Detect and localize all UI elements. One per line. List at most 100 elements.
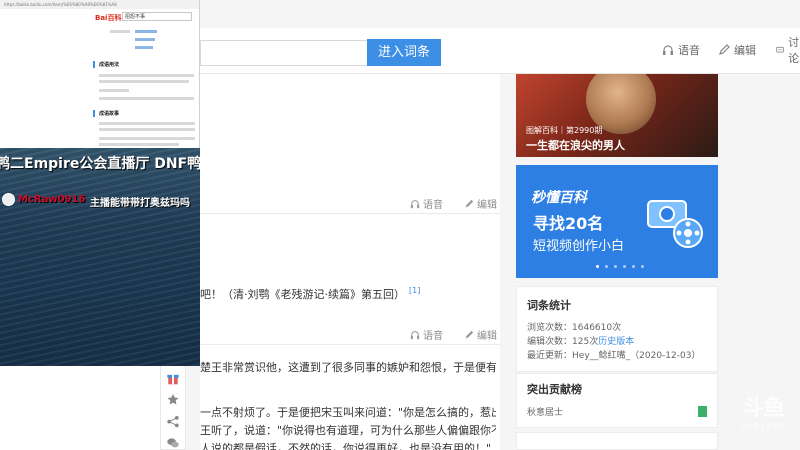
thumbnail-text bbox=[110, 30, 130, 33]
banner-brand: 秒懂百科 bbox=[531, 190, 587, 206]
pencil-icon bbox=[719, 44, 730, 55]
paragraph-line: 一点不射烦了。于是便把宋玉叫来问道："你是怎么搞的，惹出了 bbox=[200, 406, 496, 419]
section-edit-button[interactable]: 编辑 bbox=[464, 327, 497, 342]
chat-text: 主播能带带打奥兹玛吗 bbox=[90, 198, 190, 208]
thumbnail-heading: 成语故事 bbox=[99, 111, 120, 117]
carousel-dot[interactable] bbox=[605, 265, 608, 268]
section-edit-label: 编辑 bbox=[477, 331, 497, 342]
star-icon[interactable] bbox=[166, 393, 180, 406]
thumbnail-text bbox=[99, 89, 129, 92]
stream-title-text: 鸭二Empire公会直播厅 DNF鸭 bbox=[0, 156, 200, 172]
bookmark-icon bbox=[698, 406, 707, 417]
voice-label: 语音 bbox=[678, 44, 700, 57]
banner-subline: 短视频创作小白 bbox=[533, 239, 625, 254]
baidu-logo: Bai百科 bbox=[95, 14, 122, 22]
section-header: 语音 编辑 bbox=[200, 196, 500, 214]
carousel-dot[interactable] bbox=[596, 265, 599, 268]
thumbnail-heading-marker bbox=[93, 110, 95, 117]
article-content: 语音 编辑 吧！（清·刘鹗《老残游记·续篇》第五回） [1] 语音 编辑 楚王非常… bbox=[200, 74, 500, 450]
stats-title: 词条统计 bbox=[527, 299, 571, 312]
voice-button[interactable]: 语音 bbox=[662, 43, 700, 57]
thumbnail-heading-marker bbox=[93, 61, 95, 68]
chat-username: McRaw0916 bbox=[18, 194, 86, 205]
thumbnail-text bbox=[99, 143, 179, 146]
carousel-dot[interactable] bbox=[632, 265, 635, 268]
search-input[interactable] bbox=[200, 40, 368, 66]
illustrated-encyclopedia-banner[interactable]: 图解百科｜第2990期 一生都在浪尖的男人 bbox=[516, 74, 718, 157]
section-edit-button[interactable]: 编辑 bbox=[464, 196, 497, 211]
section-header: 语音 编辑 bbox=[200, 327, 500, 345]
thumbnail-text bbox=[99, 122, 195, 125]
chat-message: McRaw0916 主播能带带打奥兹玛吗 bbox=[0, 192, 200, 208]
carousel-dot[interactable] bbox=[614, 265, 617, 268]
douyu-logo: 斗鱼 bbox=[741, 396, 785, 421]
pencil-icon bbox=[465, 199, 474, 207]
headphones-icon bbox=[663, 45, 673, 55]
section-voice-button[interactable]: 语音 bbox=[410, 196, 443, 211]
stats-edits: 编辑次数：125次历史版本 bbox=[527, 335, 707, 349]
stream-title: 鸭二Empire公会直播厅 DNF鸭 bbox=[0, 151, 200, 173]
carousel-dots[interactable] bbox=[596, 265, 644, 268]
history-link[interactable]: 历史版本 bbox=[598, 337, 634, 347]
discuss-label: 讨论 bbox=[788, 36, 800, 65]
headphones-icon bbox=[410, 199, 420, 208]
avatar bbox=[2, 193, 15, 206]
carousel-dot[interactable] bbox=[623, 265, 626, 268]
banner-headline: 寻找20名 bbox=[533, 214, 604, 233]
carousel-dot[interactable] bbox=[641, 265, 644, 268]
thumbnail-text bbox=[99, 137, 195, 140]
thumbnail-text bbox=[99, 80, 189, 83]
video-camera-icon bbox=[647, 200, 703, 248]
enter-entry-button[interactable]: 进入词条 bbox=[367, 39, 441, 66]
quote-line: 吧！（清·刘鹗《老残游记·续篇》第五回） [1] bbox=[200, 286, 496, 302]
banner-title: 一生都在浪尖的男人 bbox=[526, 139, 625, 152]
thumbnail-text bbox=[99, 74, 194, 77]
wechat-icon[interactable] bbox=[166, 436, 180, 449]
section-voice-label: 语音 bbox=[423, 200, 443, 211]
stats-updated: 最近更新：Hey__鲶红嘴_（2020-12-03） bbox=[527, 349, 707, 363]
stats-views: 浏览次数：1646610次 bbox=[527, 321, 707, 335]
contrib-title: 突出贡献榜 bbox=[527, 383, 582, 396]
stats-views-value: 1646610次 bbox=[572, 323, 622, 333]
douyu-watermark: 斗鱼 8681350 bbox=[738, 390, 788, 435]
thumbnail-link bbox=[135, 30, 157, 33]
edit-button[interactable]: 编辑 bbox=[718, 43, 756, 57]
next-card bbox=[516, 432, 718, 450]
discuss-button[interactable]: 讨论 bbox=[776, 36, 800, 65]
miaodong-baike-banner[interactable]: 秒懂百科 寻找20名 短视频创作小白 bbox=[516, 165, 718, 278]
stats-edits-value: 125次 bbox=[572, 337, 599, 347]
thumbnail-link bbox=[135, 38, 155, 41]
entry-stats-card: 词条统计 浏览次数：1646610次 编辑次数：125次历史版本 最近更新：He… bbox=[516, 286, 718, 372]
banner-tag: 图解百科｜第2990期 bbox=[526, 126, 603, 135]
section-voice-label: 语音 bbox=[423, 331, 443, 342]
stream-video: 鸭二Empire公会直播厅 DNF鸭 McRaw0916 主播能带带打奥兹玛吗 bbox=[0, 148, 200, 366]
headphones-icon bbox=[410, 330, 420, 339]
share-icon[interactable] bbox=[166, 415, 180, 428]
stats-updated-value: Hey__鲶红嘴_（2020-12-03） bbox=[572, 351, 701, 361]
comment-icon bbox=[776, 46, 784, 53]
thumbnail-text bbox=[99, 128, 195, 131]
browser-thumbnail: https://baike.baidu.com/item/%E6%80%A8%E… bbox=[0, 0, 200, 148]
gift-icon[interactable] bbox=[166, 372, 180, 385]
paragraph-line: 楚王非常赏识他，这遭到了很多同事的嫉妒和怨恨，于是便有 bbox=[200, 361, 496, 374]
top-contributors-card: 突出贡献榜 秋意居士 bbox=[516, 373, 718, 428]
thumbnail-address-bar: https://baike.baidu.com/item/%E6%80%A8%E… bbox=[0, 0, 199, 9]
reference-link[interactable]: [1] bbox=[409, 286, 420, 295]
stats-edits-label: 编辑次数： bbox=[527, 337, 573, 347]
thumbnail-text bbox=[99, 97, 194, 100]
edit-label: 编辑 bbox=[734, 44, 756, 57]
stats-updated-label: 最近更新： bbox=[527, 351, 573, 361]
stream-bottom-panel bbox=[0, 366, 160, 450]
section-voice-button[interactable]: 语音 bbox=[410, 327, 443, 342]
paragraph-line: 王听了，说道："你说得也有道理，可为什么那些人偏偏跟你不 bbox=[200, 424, 496, 437]
contributor-name[interactable]: 秋意居士 bbox=[527, 405, 707, 418]
pencil-icon bbox=[465, 330, 474, 338]
thumbnail-link bbox=[135, 46, 153, 49]
side-toolbar bbox=[160, 365, 186, 450]
paragraph-line: 人说的都是假话，不然的话，你说得再好，也是没有用的！" bbox=[200, 442, 492, 450]
thumbnail-heading: 成语用法 bbox=[99, 62, 120, 68]
room-number: 8681350 bbox=[741, 422, 785, 431]
section-edit-label: 编辑 bbox=[477, 200, 497, 211]
stats-views-label: 浏览次数： bbox=[527, 323, 573, 333]
quote-text: 吧！（清·刘鹗《老残游记·续篇》第五回） bbox=[200, 288, 405, 301]
